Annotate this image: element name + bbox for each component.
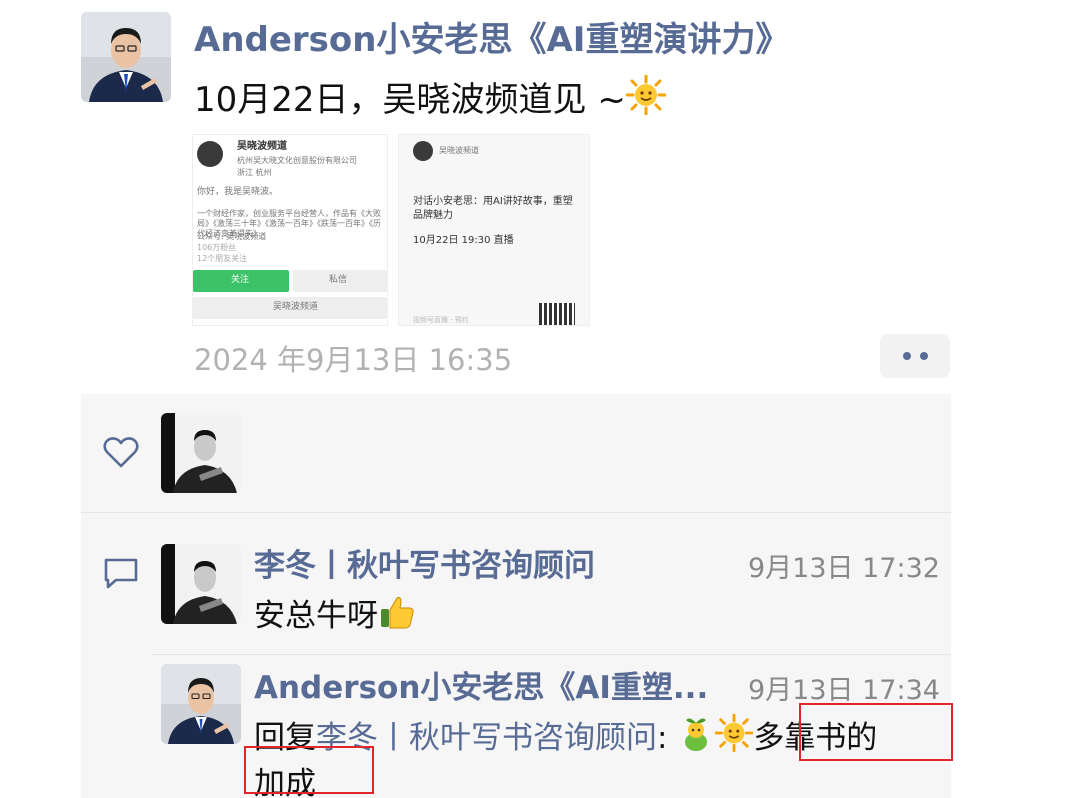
- message-button: 私信: [293, 270, 387, 292]
- live-schedule: 10月22日 19:30 直播: [413, 235, 514, 246]
- qr-code: [539, 303, 575, 325]
- live-footer: 视频号直播 · 预约: [413, 316, 469, 324]
- channel-avatar: [197, 141, 223, 167]
- sprout-emoji-icon: [677, 716, 715, 760]
- sun-emoji-icon: [625, 74, 667, 124]
- highlight-box: [244, 746, 374, 794]
- reply-divider: [152, 654, 951, 655]
- channel-avatar-small: [413, 141, 433, 161]
- live-channel-name: 吴晓波频道: [439, 146, 479, 155]
- channel-name: 吴晓波频道: [237, 141, 287, 152]
- comment-time: 9月13日 17:32: [748, 553, 940, 584]
- panel-divider: [81, 512, 951, 513]
- reply-author-name[interactable]: Anderson小安老思《AI重塑...: [254, 662, 708, 707]
- post-time: 2024 年9月13日 16:35: [194, 343, 513, 377]
- comment-bubble-icon: [104, 558, 138, 589]
- channel-greeting: 你好，我是吴晓波。: [197, 187, 279, 197]
- channel-friends: 12个朋友关注: [197, 254, 248, 263]
- comment-author-name[interactable]: 李冬丨秋叶写书咨询顾问: [254, 540, 595, 585]
- channel-region: 浙江 杭州: [237, 168, 272, 177]
- live-title: 对话小安老思：用AI讲好故事，重塑品牌魅力: [413, 196, 573, 221]
- more-button[interactable]: [880, 334, 950, 378]
- reply-time: 9月13日 17:34: [748, 675, 940, 706]
- comment-text[interactable]: 安总牛呀: [254, 590, 416, 638]
- reply-avatar[interactable]: [161, 664, 241, 744]
- comment-avatar[interactable]: [161, 544, 241, 624]
- post-image-2[interactable]: 吴晓波频道 对话小安老思：用AI讲好故事，重塑品牌魅力 10月22日 19:30…: [398, 134, 590, 326]
- post-text: 10月22日，吴晓波频道见 ~: [194, 72, 667, 124]
- channel-subtitle: 杭州吴大晓文化创意股份有限公司: [237, 156, 357, 165]
- channel-account: 公众号: 吴晓波频道: [197, 232, 267, 241]
- heart-icon: [103, 437, 139, 468]
- post-author-name[interactable]: Anderson小安老思《AI重塑演讲力》: [194, 12, 789, 61]
- highlight-box: [799, 703, 953, 761]
- sun-emoji-icon-small: [714, 713, 754, 760]
- thumbs-up-emoji-icon: [378, 594, 416, 638]
- follow-button: 关注: [193, 270, 289, 292]
- shop-button: 吴晓波频道: [193, 297, 387, 319]
- channel-fans: 106万粉丝: [197, 243, 237, 252]
- like-avatar[interactable]: [161, 413, 241, 493]
- post-author-avatar[interactable]: [81, 12, 171, 102]
- post-image-1[interactable]: 吴晓波频道 杭州吴大晓文化创意股份有限公司 浙江 杭州 你好，我是吴晓波。 一个…: [192, 134, 388, 326]
- more-dots-icon: [902, 352, 911, 360]
